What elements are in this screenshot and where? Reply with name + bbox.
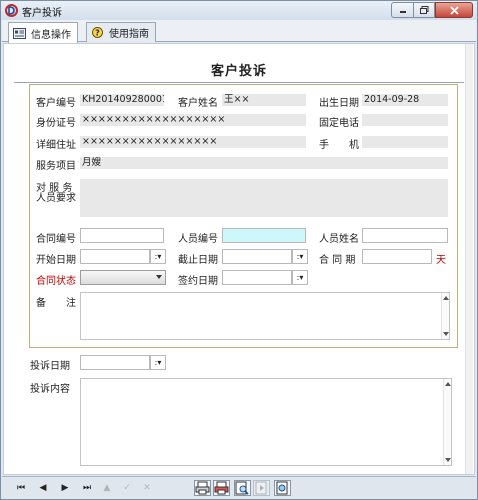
customer-no-label: 客户编号 xyxy=(36,98,76,109)
complaint-date-spinner[interactable]: :▾ xyxy=(150,355,166,370)
print-setup-button[interactable] xyxy=(213,480,230,496)
window-controls xyxy=(391,2,473,19)
contract-period-input[interactable] xyxy=(362,249,432,264)
close-button[interactable] xyxy=(435,2,473,18)
complaint-scrollbar[interactable] xyxy=(443,379,451,465)
help-icon: ? xyxy=(92,27,103,38)
close-icon xyxy=(449,5,459,15)
search-button[interactable] xyxy=(274,480,291,496)
days-unit-label: 天 xyxy=(436,255,446,266)
birth-date-label: 出生日期 xyxy=(319,98,359,109)
tab-label: 信息操作 xyxy=(31,29,71,41)
contract-period-label: 合 同 期 xyxy=(319,255,356,266)
prev-record-button[interactable]: ◀ xyxy=(34,480,52,496)
landline-label: 固定电话 xyxy=(319,118,359,129)
next-record-button[interactable]: ▶ xyxy=(56,480,74,496)
staff-name-input[interactable] xyxy=(362,228,448,243)
content-scrollbar[interactable] xyxy=(465,44,473,474)
contract-no-input[interactable] xyxy=(80,228,164,243)
complaint-content-textarea[interactable] xyxy=(80,378,452,466)
minimize-icon xyxy=(399,11,406,13)
title-bar: 客户投诉 xyxy=(1,1,477,20)
complaint-content-label: 投诉内容 xyxy=(30,384,70,395)
sign-date-input[interactable] xyxy=(222,270,292,285)
minimize-button[interactable] xyxy=(391,2,413,18)
contract-status-label: 合同状态 xyxy=(36,276,76,287)
printer-icon xyxy=(195,481,210,495)
move-up-button[interactable]: ▲ xyxy=(98,480,116,496)
print-button[interactable] xyxy=(194,480,211,496)
service-label: 服务项目 xyxy=(36,161,76,172)
contract-status-select[interactable] xyxy=(80,270,166,285)
form-content: 客户投诉 客户编号 KH201409280001 客户姓名 王×× 出生日期 2… xyxy=(3,43,475,475)
tab-info-operation[interactable]: 信息操作 xyxy=(8,22,78,43)
printer-red-icon xyxy=(214,481,229,495)
tab-user-guide[interactable]: ? 使用指南 xyxy=(86,22,156,42)
tab-label: 使用指南 xyxy=(109,29,149,40)
contract-no-label: 合同编号 xyxy=(36,234,76,245)
customer-name-value: 王×× xyxy=(222,94,306,106)
staff-no-label: 人员编号 xyxy=(178,234,218,245)
svg-text:?: ? xyxy=(95,28,100,37)
start-date-input[interactable] xyxy=(80,249,150,264)
staff-requirement-value xyxy=(80,179,448,217)
service-value: 月嫂 xyxy=(80,157,448,169)
landline-value xyxy=(362,114,448,126)
staff-no-input[interactable] xyxy=(222,228,306,243)
birth-date-value: 2014-09-28 xyxy=(362,94,448,106)
customer-no-value: KH201409280001 xyxy=(80,94,164,106)
id-no-value: ×××××××××××××××××× xyxy=(80,114,306,126)
end-date-label: 截止日期 xyxy=(178,255,218,266)
maximize-button[interactable] xyxy=(413,2,435,18)
address-value: ××××××××××××××××× xyxy=(80,136,306,148)
preview-button[interactable] xyxy=(234,480,251,496)
customer-name-label: 客户姓名 xyxy=(178,98,218,109)
complaint-date-label: 投诉日期 xyxy=(30,361,70,372)
last-record-button[interactable]: ⏭ xyxy=(78,480,96,496)
info-panel-icon xyxy=(13,27,26,39)
sign-date-spinner[interactable]: :▾ xyxy=(292,270,308,285)
id-no-label: 身份证号 xyxy=(36,118,76,129)
confirm-button[interactable]: ✓ xyxy=(118,480,136,496)
scroll-down-icon xyxy=(445,458,451,462)
document-search-icon xyxy=(276,481,288,495)
app-window: 客户投诉 信息操作 ? 使用指南 客户投诉 客户编号 KH20140928000… xyxy=(0,0,478,500)
magnifier-icon xyxy=(235,481,249,495)
start-date-label: 开始日期 xyxy=(36,255,76,266)
record-nav-bar: ⏮ ◀ ▶ ⏭ ▲ ✓ ✕ xyxy=(2,476,476,499)
first-record-button[interactable]: ⏮ xyxy=(12,480,30,496)
start-date-spinner[interactable]: :▾ xyxy=(150,249,166,264)
end-date-input[interactable] xyxy=(222,249,292,264)
chevron-down-icon xyxy=(156,275,162,279)
scroll-up-icon xyxy=(443,296,449,300)
remarks-scrollbar[interactable] xyxy=(441,293,449,339)
title-divider xyxy=(14,82,464,83)
play-icon xyxy=(255,481,267,495)
mobile-value xyxy=(362,136,448,148)
staff-name-label: 人员姓名 xyxy=(319,234,359,245)
end-date-spinner[interactable]: :▾ xyxy=(292,249,308,264)
page-title: 客户投诉 xyxy=(210,64,267,79)
tab-strip: 信息操作 ? 使用指南 xyxy=(2,20,476,43)
complaint-date-input[interactable] xyxy=(80,355,150,370)
window-title: 客户投诉 xyxy=(22,8,62,19)
cancel-edit-button[interactable]: ✕ xyxy=(138,480,156,496)
export-button[interactable] xyxy=(253,480,270,496)
remarks-textarea[interactable] xyxy=(80,292,450,340)
scroll-down-icon xyxy=(443,332,449,336)
address-label: 详细住址 xyxy=(36,140,76,151)
staff-requirement-label-2: 人员要求 xyxy=(36,193,76,204)
remarks-label: 备 注 xyxy=(36,298,76,309)
scroll-up-icon xyxy=(445,382,451,386)
sign-date-label: 签约日期 xyxy=(178,276,218,287)
restore-icon xyxy=(419,6,428,14)
mobile-label: 手 机 xyxy=(319,140,359,151)
app-logo-icon xyxy=(5,4,18,17)
